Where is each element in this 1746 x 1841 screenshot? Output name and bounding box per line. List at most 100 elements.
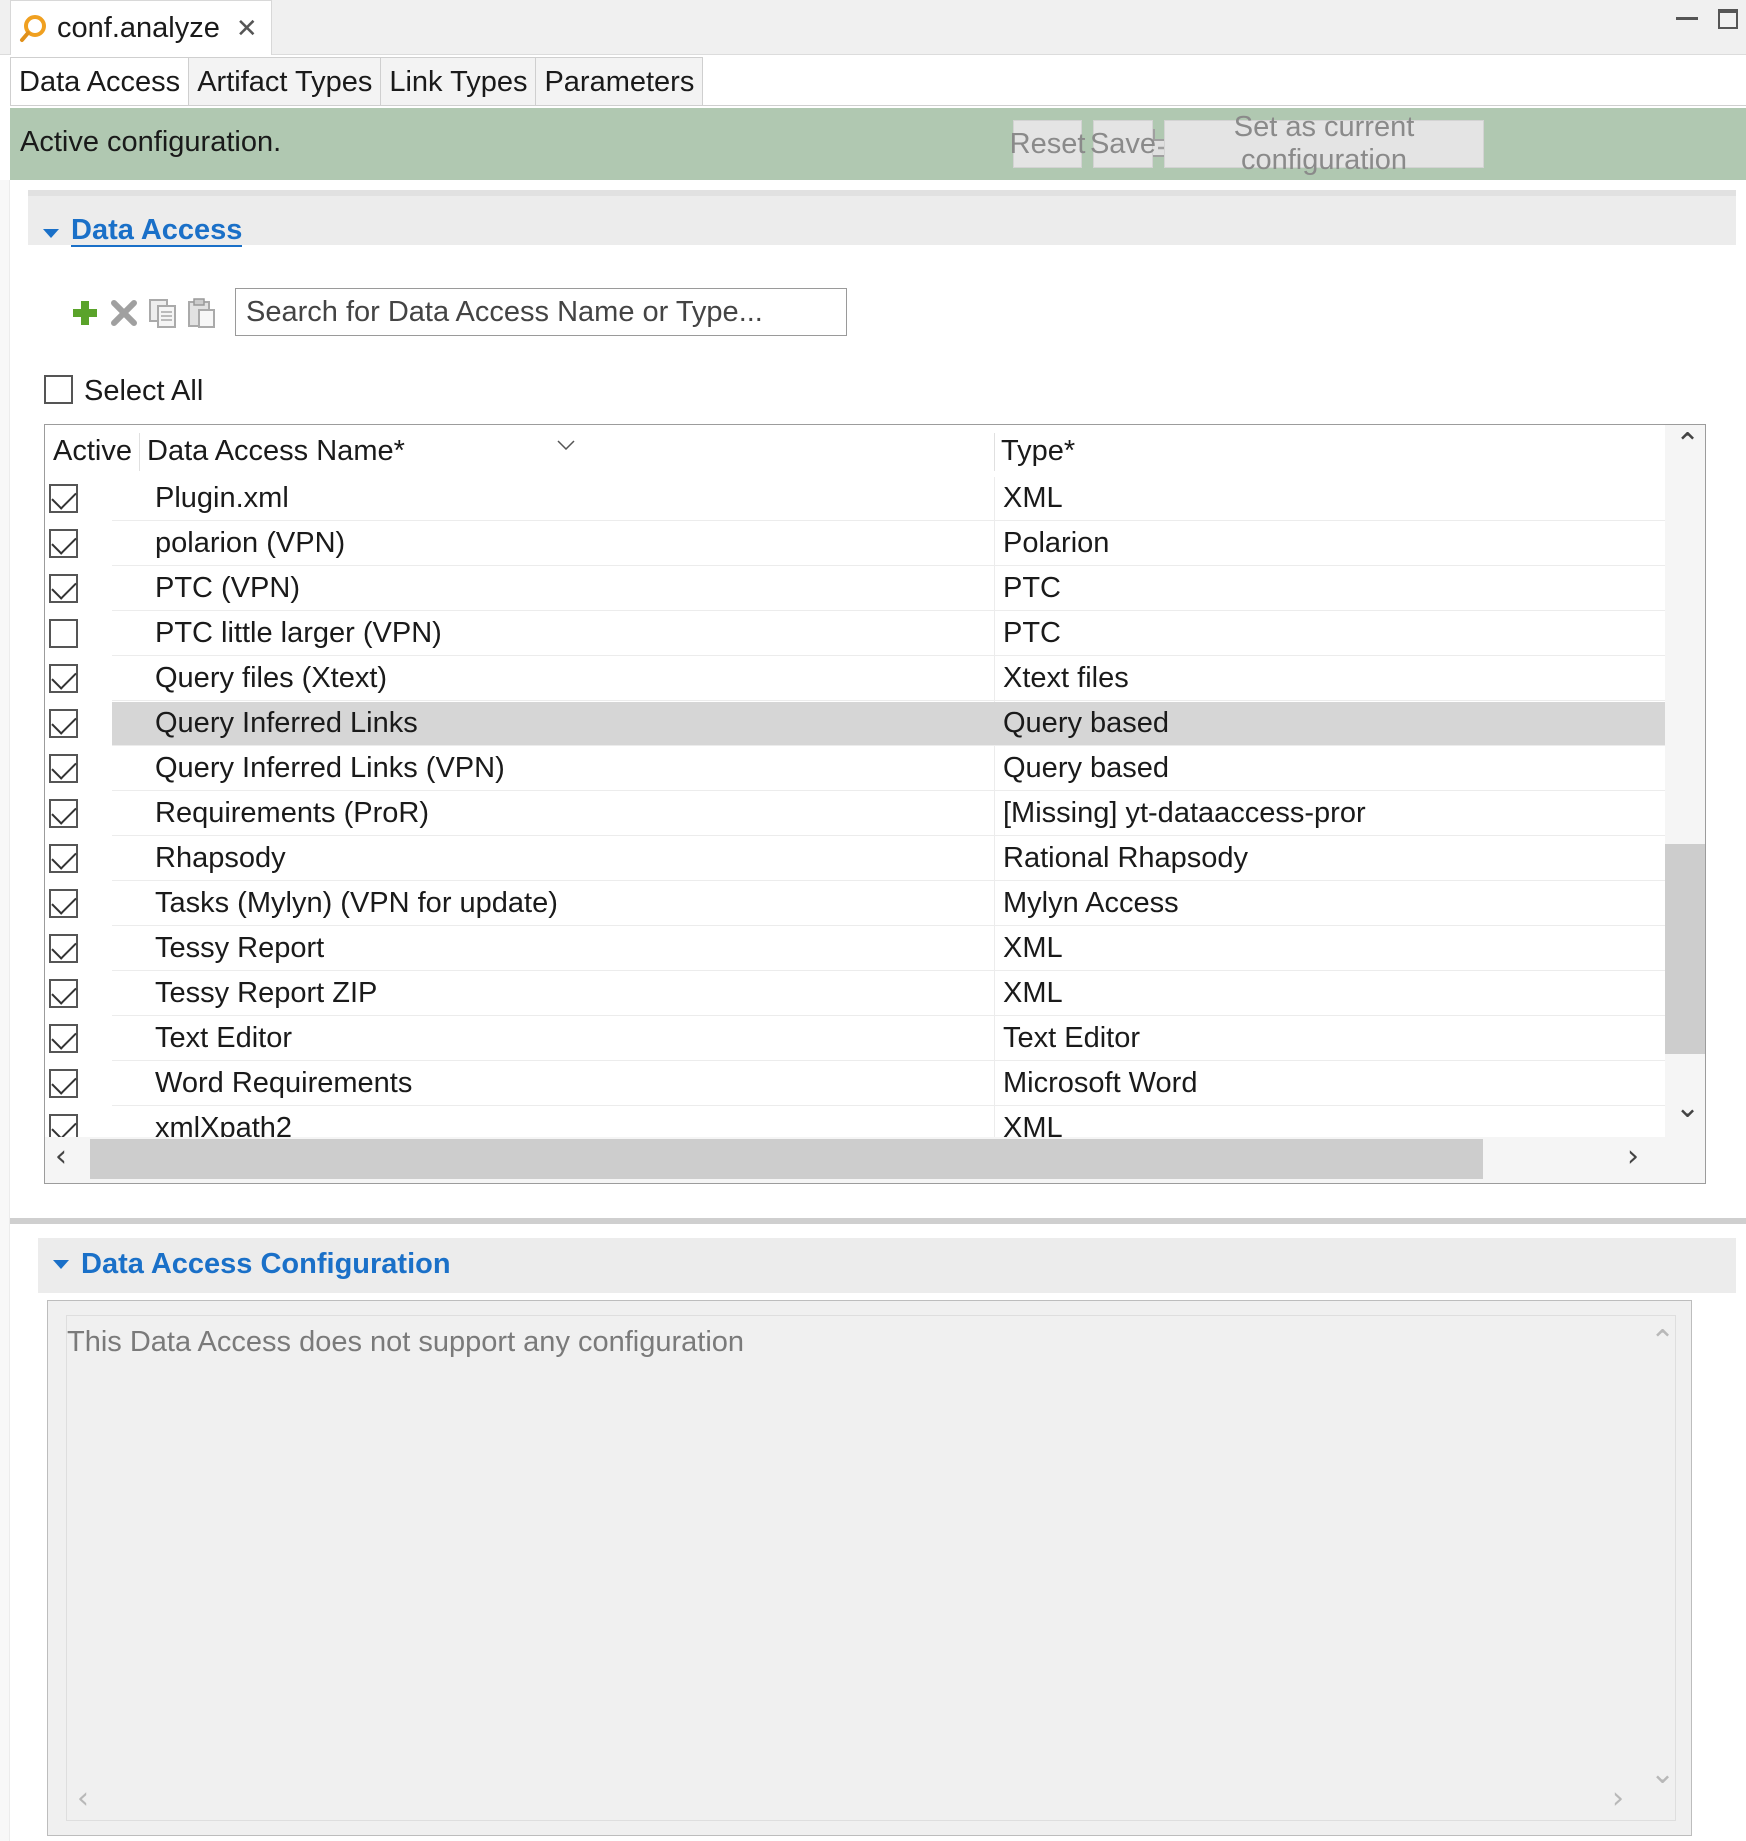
row-data-access-type: Query based — [1003, 752, 1170, 784]
table-row[interactable]: Tessy Report ZIP XML — [45, 972, 1665, 1017]
data-access-config-content: This Data Access does not support any co… — [66, 1315, 1676, 1821]
row-data-access-type: XML — [1003, 482, 1063, 514]
row-data-access-type: Rational Rhapsody — [1003, 842, 1249, 874]
horizontal-scrollbar[interactable]: ‹ › — [45, 1137, 1705, 1183]
reset-button[interactable]: Reset — [1010, 120, 1085, 168]
data-access-config-panel: This Data Access does not support any co… — [47, 1300, 1692, 1836]
row-data-access-type: PTC — [1003, 572, 1061, 604]
select-all-label: Select All — [84, 375, 204, 407]
row-data-access-name: Tessy Report — [155, 932, 325, 964]
delete-icon[interactable] — [109, 298, 139, 328]
table-row[interactable]: Query files (Xtext) Xtext files — [45, 657, 1665, 702]
status-text: Active configuration. — [20, 126, 282, 158]
row-active-checkbox[interactable] — [49, 619, 78, 648]
section-divider-sash[interactable] — [10, 1218, 1746, 1224]
set-current-configuration-button[interactable]: Set as current configuration — [1164, 111, 1484, 176]
row-data-access-type: PTC — [1003, 617, 1061, 649]
row-data-access-name: Plugin.xml — [155, 482, 289, 514]
table-row[interactable]: Tessy Report XML — [45, 927, 1665, 972]
row-background — [112, 477, 1665, 521]
table-row[interactable]: Text Editor Text Editor — [45, 1017, 1665, 1062]
editor-tab-title: conf.analyze — [57, 11, 220, 44]
tab-link-types[interactable]: Link Types — [380, 57, 537, 106]
table-row[interactable]: Query Inferred Links (VPN) Query based — [45, 747, 1665, 792]
horizontal-scrollbar-thumb[interactable] — [90, 1139, 1483, 1179]
editor-tab-conf-analyze[interactable]: conf.analyze ✕ — [10, 0, 272, 55]
row-data-access-name: polarion (VPN) — [155, 527, 346, 559]
collapse-triangle-icon[interactable] — [53, 1260, 69, 1269]
row-active-checkbox[interactable] — [49, 979, 78, 1008]
table-row[interactable]: Plugin.xml XML — [45, 477, 1665, 522]
tab-artifact-types[interactable]: Artifact Types — [188, 57, 382, 106]
table-row[interactable]: PTC little larger (VPN) PTC — [45, 612, 1665, 657]
maximize-icon[interactable] — [1718, 9, 1738, 29]
scroll-down-icon[interactable]: ⌄ — [1650, 1756, 1675, 1791]
row-active-checkbox[interactable] — [49, 529, 78, 558]
configuration-status-bar: Active configuration. Reset Save Set as … — [10, 108, 1746, 180]
table-row[interactable]: PTC (VPN) PTC — [45, 567, 1665, 612]
scroll-up-icon[interactable]: ⌃ — [1675, 427, 1700, 462]
table-row[interactable]: Tasks (Mylyn) (VPN for update) Mylyn Acce… — [45, 882, 1665, 927]
row-active-checkbox[interactable] — [49, 1069, 78, 1098]
scroll-down-icon[interactable]: ⌄ — [1675, 1090, 1700, 1125]
row-active-checkbox[interactable] — [49, 709, 78, 738]
vertical-scrollbar[interactable]: ⌃ ⌄ — [1665, 425, 1705, 1137]
data-access-section-header[interactable]: Data Access — [28, 190, 1736, 247]
row-data-access-type: [Missing] yt-dataaccess-pror — [1003, 797, 1366, 829]
table-row[interactable]: polarion (VPN) Polarion — [45, 522, 1665, 567]
row-data-access-type: Xtext files — [1003, 662, 1129, 694]
row-data-access-name: PTC little larger (VPN) — [155, 617, 442, 649]
row-active-checkbox[interactable] — [49, 664, 78, 693]
vertical-scrollbar-thumb[interactable] — [1665, 844, 1705, 1054]
row-data-access-name: Query Inferred Links — [155, 707, 418, 739]
row-data-access-name: Requirements (ProR) — [155, 797, 429, 829]
table-row[interactable]: Word Requirements Microsoft Word — [45, 1062, 1665, 1107]
row-data-access-type: Mylyn Access — [1003, 887, 1179, 919]
table-row[interactable]: Requirements (ProR) [Missing] yt-dataacce… — [45, 792, 1665, 837]
table-row[interactable]: Query Inferred Links Query based — [45, 702, 1665, 747]
row-background — [112, 837, 1665, 881]
row-active-checkbox[interactable] — [49, 1024, 78, 1053]
row-data-access-type: Query based — [1003, 707, 1170, 739]
scroll-up-icon[interactable]: ⌃ — [1650, 1324, 1675, 1359]
save-button[interactable]: Save — [1090, 120, 1156, 168]
row-active-checkbox[interactable] — [49, 934, 78, 963]
data-access-config-section-title[interactable]: Data Access Configuration — [81, 1248, 451, 1281]
paste-icon[interactable] — [187, 298, 217, 328]
collapse-triangle-icon[interactable] — [43, 229, 59, 238]
row-active-checkbox[interactable] — [49, 484, 78, 513]
scroll-left-icon[interactable]: ‹ — [55, 1139, 67, 1174]
tabs-underline — [10, 105, 1746, 106]
table-row[interactable]: Rhapsody Rational Rhapsody — [45, 837, 1665, 882]
row-data-access-name: Rhapsody — [155, 842, 286, 874]
copy-icon[interactable] — [148, 298, 178, 328]
scroll-right-icon[interactable]: › — [1612, 1781, 1624, 1816]
column-header-active[interactable]: Active — [53, 425, 133, 477]
data-access-search-input[interactable] — [235, 288, 847, 336]
add-icon[interactable] — [70, 298, 100, 328]
column-header-type[interactable]: Type* — [1001, 425, 1301, 477]
row-background — [112, 927, 1665, 971]
row-background — [112, 567, 1665, 611]
row-active-checkbox[interactable] — [49, 754, 78, 783]
scroll-left-icon[interactable]: ‹ — [77, 1781, 89, 1816]
row-data-access-type: XML — [1003, 932, 1063, 964]
sort-descending-icon — [557, 437, 575, 451]
column-header-name[interactable]: Data Access Name* — [147, 425, 587, 477]
row-data-access-name: PTC (VPN) — [155, 572, 300, 604]
row-active-checkbox[interactable] — [49, 889, 78, 918]
row-active-checkbox[interactable] — [49, 574, 78, 603]
page-tabs: Data Access Artifact Types Link Types Pa… — [10, 57, 704, 106]
scroll-right-icon[interactable]: › — [1627, 1139, 1639, 1174]
row-data-access-type: Text Editor — [1003, 1022, 1140, 1054]
select-all-checkbox[interactable] — [44, 375, 73, 404]
close-icon[interactable]: ✕ — [236, 13, 258, 44]
tab-data-access[interactable]: Data Access — [10, 57, 190, 106]
minimize-icon[interactable] — [1676, 10, 1698, 20]
data-access-section-title[interactable]: Data Access — [71, 215, 243, 247]
data-access-config-section-header[interactable]: Data Access Configuration — [38, 1238, 1736, 1293]
row-active-checkbox[interactable] — [49, 844, 78, 873]
column-separator — [139, 433, 140, 471]
tab-parameters[interactable]: Parameters — [535, 57, 704, 106]
row-active-checkbox[interactable] — [49, 799, 78, 828]
